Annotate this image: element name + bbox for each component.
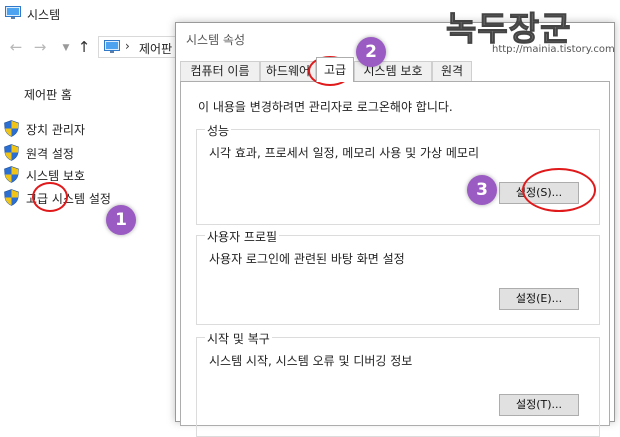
watermark-url: http://mainia.tistory.com [492, 44, 615, 55]
annotation-ring [522, 168, 596, 212]
startup-settings-button[interactable]: 설정(T)... [499, 394, 579, 416]
tab-advanced[interactable]: 고급 [316, 57, 354, 82]
breadcrumb-control-panel[interactable]: 제어판 [139, 40, 172, 57]
shield-icon [4, 189, 19, 206]
dialog-title: 시스템 속성 [186, 33, 246, 47]
chevron-down-icon[interactable]: ▼ [58, 40, 74, 56]
group-description: 시스템 시작, 시스템 오류 및 디버깅 정보 [209, 354, 413, 368]
step-badge-1: 1 [106, 205, 136, 235]
group-title: 시작 및 복구 [205, 330, 272, 347]
shield-icon [4, 120, 19, 137]
tab-strip: 컴퓨터 이름 하드웨어 고급 시스템 보호 원격 [176, 55, 616, 82]
computer-monitor-icon [104, 40, 120, 53]
shield-icon [4, 166, 19, 183]
up-arrow-icon[interactable]: ↑ [76, 39, 92, 55]
watermark-title: 녹두장군 [445, 9, 572, 49]
sidebar-item-label: 시스템 보호 [26, 169, 86, 183]
computer-monitor-icon [5, 6, 21, 19]
tab-computer-name[interactable]: 컴퓨터 이름 [180, 61, 260, 81]
group-description: 시각 효과, 프로세서 일정, 메모리 사용 및 가상 메모리 [209, 146, 479, 160]
tab-remote[interactable]: 원격 [432, 61, 472, 81]
sidebar-home-link[interactable]: 제어판 홈 [24, 86, 72, 103]
breadcrumb-separator: › [125, 39, 130, 53]
explorer-title: 시스템 [27, 8, 61, 22]
sidebar-item-label: 장치 관리자 [26, 123, 86, 137]
forward-arrow-icon[interactable]: → [32, 39, 48, 55]
back-arrow-icon[interactable]: ← [8, 39, 24, 55]
step-badge-2: 2 [356, 37, 386, 67]
group-title: 사용자 프로필 [205, 228, 280, 245]
startup-recovery-group: 시작 및 복구 시스템 시작, 시스템 오류 및 디버깅 정보 설정(T)... [196, 330, 600, 437]
annotation-ring [32, 182, 68, 212]
admin-note: 이 내용을 변경하려면 관리자로 로그온해야 합니다. [198, 100, 453, 114]
shield-icon [4, 144, 19, 161]
profile-settings-button[interactable]: 설정(E)... [499, 288, 579, 310]
group-description: 사용자 로그인에 관련된 바탕 화면 설정 [209, 252, 405, 266]
group-title: 성능 [205, 122, 232, 139]
system-properties-dialog: 시스템 속성 컴퓨터 이름 하드웨어 고급 시스템 보호 원격 이 내용을 변경… [175, 22, 616, 437]
user-profile-group: 사용자 프로필 사용자 로그인에 관련된 바탕 화면 설정 설정(E)... [196, 228, 600, 325]
step-badge-3: 3 [467, 175, 497, 205]
sidebar-item-label: 원격 설정 [26, 147, 74, 161]
